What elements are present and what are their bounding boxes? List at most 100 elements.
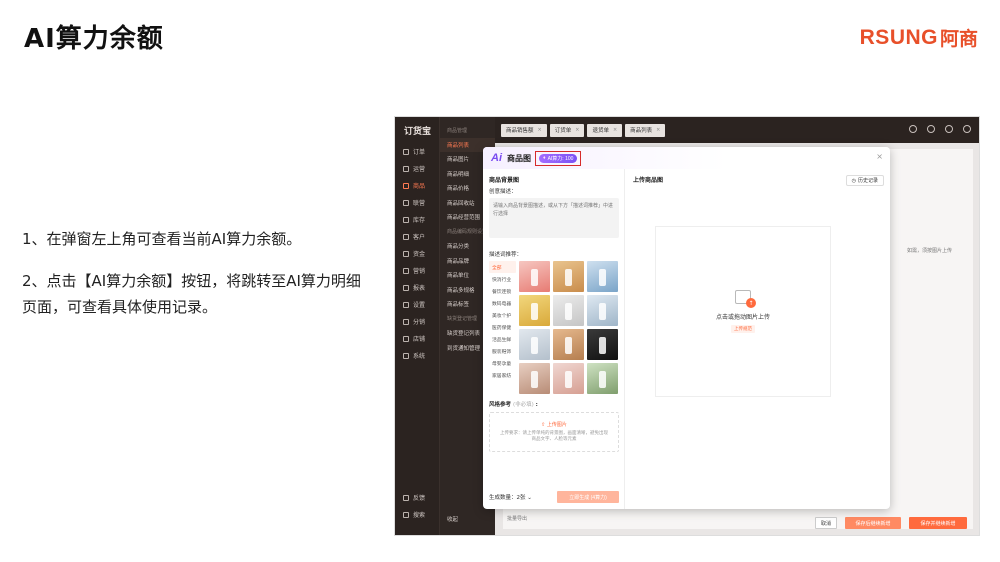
ai-balance-button[interactable]: ♦ AI算力: 100 [539,153,578,163]
category-item[interactable]: 服装鞋饰 [489,345,516,357]
bg-hint: 如需，须按图片上传 [907,248,953,254]
prompt-thumbnail[interactable] [553,329,584,360]
nav-item[interactable]: 系统 [395,347,439,364]
prompt-thumbnail[interactable] [587,295,618,326]
category-item[interactable]: 餐饮连锁 [489,285,516,297]
user-icon[interactable] [963,125,971,133]
nav-item[interactable]: 店铺 [395,330,439,347]
prompt-thumbnail[interactable] [587,363,618,394]
tab-label: 退货单 [592,128,609,134]
main-nav: 订货宝 订单 运营 商品 联营 库存 客户 资金 营销 报表 设置 分销 店铺 系统 反馈 搜索 [395,117,439,535]
nav-icon [403,216,409,223]
generate-row: 生成数量：2张 ⌄ 立即生成 (4算力) [489,491,619,503]
refresh-icon[interactable] [909,125,917,133]
category-item[interactable]: 母婴孕童 [489,357,516,369]
logo-latin: RSUNG [859,25,938,49]
prompt-thumbnail[interactable] [553,363,584,394]
nav-label: 订单 [413,149,426,156]
nav-icon [403,165,409,172]
nav-bottom-item[interactable]: 搜索 [395,506,439,523]
top-icons [909,125,971,133]
category-item[interactable]: 数码电器 [489,297,516,309]
count-selector[interactable]: 生成数量：2张 ⌄ [489,493,532,501]
desc-label: 创意描述： [489,189,517,195]
image-drop-area[interactable]: ↑ 点击或拖动图片上传 上传规范 [655,226,831,397]
history-label: 历史记录 [857,178,878,184]
category-list: 全部 快消行业 餐饮连锁 数码电器 美妆个护 医药保健 活品生鲜 服装鞋饰 母婴孕童 家居家纺 [489,261,516,394]
nav-icon [403,199,409,206]
tab-label: 订货单 [554,128,572,134]
collapse-button[interactable]: 收起 [447,515,458,523]
category-item[interactable]: 活品生鲜 [489,333,516,345]
upload-spec-tag[interactable]: 上传规范 [731,325,755,333]
bell-icon[interactable] [927,125,935,133]
prompt-thumbnail[interactable] [519,363,550,394]
nav-icon [403,284,409,291]
nav-item[interactable]: 商品 [395,177,439,194]
nav-item[interactable]: 营销 [395,262,439,279]
nav-icon [403,335,409,342]
count-label: 生成数量： [489,495,517,501]
prompt-thumbnail[interactable] [519,295,550,326]
nav-label: 库存 [413,217,426,224]
nav-item[interactable]: 客户 [395,228,439,245]
help-icon[interactable] [945,125,953,133]
tab-bar: 商品销售额 × 订货单 × 退货单 × 商品列表 × [495,117,979,143]
prompt-thumbnail[interactable] [553,295,584,326]
product-image-modal: Ai 商品图 ♦ AI算力: 100 × 商品背景图 创意描述： 描述词推荐： … [483,147,890,509]
category-item[interactable]: 家居家纺 [489,369,516,381]
nav-item[interactable]: 报表 [395,279,439,296]
nav-item[interactable]: 库存 [395,211,439,228]
prompt-thumbnail[interactable] [587,261,618,292]
style-ref-label: 风格参考 (非必填) : [489,402,538,408]
style-upload-box[interactable]: ⇧ 上传图片 上传要求：请上传单纯的背景图，画面清晰，避免出现商品文字、人脸等元… [489,412,619,452]
nav-icon [403,148,409,155]
desc-input[interactable] [489,198,619,238]
close-icon[interactable]: × [613,127,617,133]
upload-hint: 上传要求：请上传单纯的背景图，画面清晰，避免出现商品文字、人脸等元素 [500,430,608,443]
history-button[interactable]: ◷ 历史记录 [845,175,884,186]
nav-icon [403,511,409,518]
bg-save-button[interactable]: 保存后继续新增 [845,517,901,529]
bg-cancel-button[interactable]: 取消 [815,517,837,529]
category-item[interactable]: 快消行业 [489,273,516,285]
nav-bottom-item[interactable]: 反馈 [395,489,439,506]
generate-button[interactable]: 立即生成 (4算力) [557,491,619,503]
style-optional: (非必填) [512,402,534,408]
close-icon[interactable]: × [575,127,579,133]
nav-icon [403,233,409,240]
app-screenshot: 订货宝 订单 运营 商品 联营 库存 客户 资金 营销 报表 设置 分销 店铺 系统 反馈 搜索 商品管理… [394,116,980,536]
prompt-label: 描述词推荐： [489,252,523,258]
close-icon[interactable]: × [656,127,660,133]
close-icon[interactable]: × [876,152,883,161]
nav-item[interactable]: 运营 [395,160,439,177]
prompt-thumbnail[interactable] [519,329,550,360]
category-item[interactable]: 全部 [489,261,516,273]
tab[interactable]: 商品列表 × [625,123,666,137]
nav-label: 报表 [413,285,426,292]
close-icon[interactable]: × [538,127,542,133]
upload-link-text: 上传图片 [546,421,567,428]
upload-link[interactable]: ⇧ 上传图片 [541,421,567,428]
prompt-thumbnail[interactable] [519,261,550,292]
nav-item[interactable]: 联营 [395,194,439,211]
bg-save-new-button[interactable]: 保存并继续新增 [909,517,967,529]
tab[interactable]: 退货单 × [587,123,623,137]
nav-item[interactable]: 设置 [395,296,439,313]
slide-title: AI算力余额 [24,24,164,54]
image-upload-icon: ↑ [735,290,756,308]
thumbnail-grid [519,261,618,394]
nav-icon [403,250,409,257]
category-item[interactable]: 美妆个护 [489,309,516,321]
nav-label: 资金 [413,251,426,258]
prompt-thumbnail[interactable] [553,261,584,292]
tab[interactable]: 订货单 × [549,123,585,137]
prompt-thumbnail[interactable] [587,329,618,360]
modal-title: 商品图 [507,153,531,163]
category-item[interactable]: 医药保健 [489,321,516,333]
nav-item[interactable]: 订单 [395,143,439,160]
nav-icon [403,267,409,274]
nav-item[interactable]: 分销 [395,313,439,330]
tab[interactable]: 商品销售额 × [501,123,547,137]
nav-item[interactable]: 资金 [395,245,439,262]
